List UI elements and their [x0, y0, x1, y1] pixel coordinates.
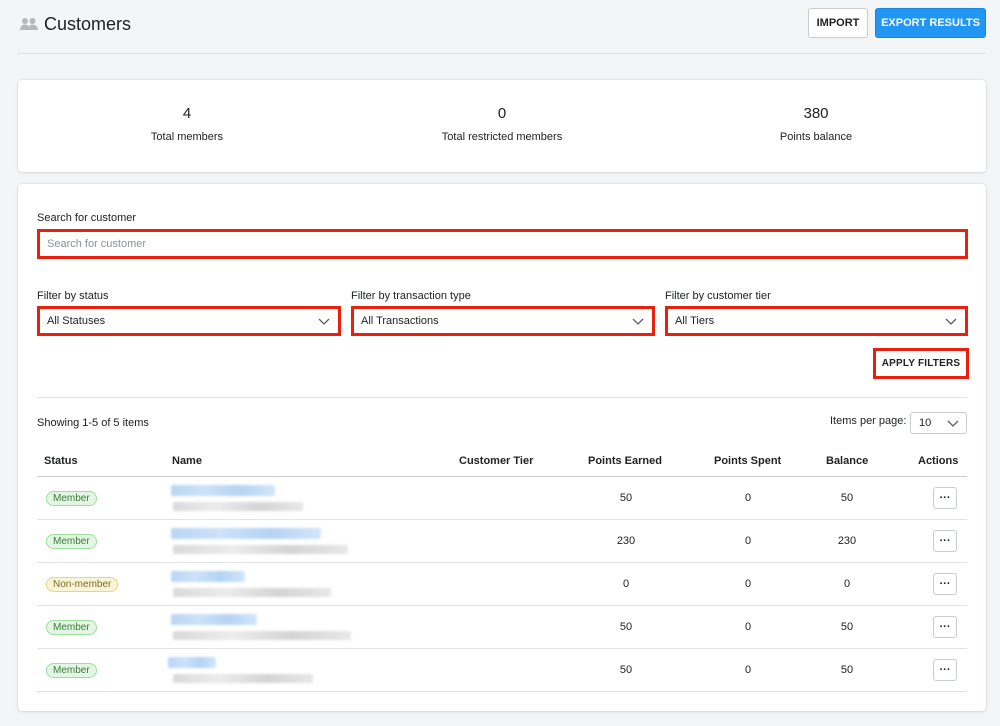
stat-value: 0	[497, 105, 507, 122]
apply-filters-button[interactable]: APPLY FILTERS	[873, 348, 969, 379]
customer-email-redacted	[173, 674, 313, 683]
import-button[interactable]: IMPORT	[808, 8, 868, 38]
points-spent-cell: 0	[744, 492, 752, 504]
customer-name-redacted[interactable]	[171, 485, 275, 496]
balance-cell: 0	[843, 578, 851, 590]
transaction-filter-select[interactable]: All Transactions	[351, 306, 655, 336]
column-header-customer-tier[interactable]: Customer Tier	[459, 455, 533, 467]
status-filter-label: Filter by status	[37, 290, 109, 302]
stat-label: Points balance	[779, 131, 853, 143]
tier-filter-label: Filter by customer tier	[665, 290, 771, 302]
customer-email-redacted	[173, 502, 303, 511]
points-earned-cell: 50	[619, 664, 633, 676]
column-header-status[interactable]: Status	[44, 455, 78, 467]
showing-count: Showing 1-5 of 5 items	[37, 417, 149, 429]
status-badge: Member	[46, 534, 97, 549]
column-header-actions: Actions	[918, 455, 959, 467]
table-row[interactable]: Member 50 0 50 ···	[37, 477, 967, 520]
points-spent-cell: 0	[744, 621, 752, 633]
table-row[interactable]: Member 50 0 50 ···	[37, 606, 967, 649]
more-actions-button[interactable]: ···	[933, 530, 957, 552]
points-spent-cell: 0	[744, 535, 752, 547]
table-row[interactable]: Member 50 0 50 ···	[37, 649, 967, 692]
balance-cell: 230	[837, 535, 857, 547]
customers-card: Search for customer Search for customer …	[18, 184, 986, 711]
points-earned-cell: 50	[619, 621, 633, 633]
points-earned-cell: 230	[616, 535, 636, 547]
status-filter-select[interactable]: All Statuses	[37, 306, 341, 336]
column-header-balance[interactable]: Balance	[826, 455, 868, 467]
transaction-filter-value: All Transactions	[361, 315, 439, 327]
customer-email-redacted	[173, 631, 351, 640]
search-label: Search for customer	[37, 212, 137, 224]
points-earned-cell: 50	[619, 492, 633, 504]
items-per-page-select[interactable]: 10	[910, 412, 967, 434]
search-input[interactable]: Search for customer	[37, 229, 968, 259]
balance-cell: 50	[840, 621, 854, 633]
customer-email-redacted	[173, 545, 348, 554]
status-badge: Member	[46, 620, 97, 635]
column-header-points-spent[interactable]: Points Spent	[714, 455, 781, 467]
stat-label: Total members	[150, 131, 224, 143]
stats-card: 4 Total members 0 Total restricted membe…	[18, 80, 986, 172]
status-badge: Non-member	[46, 577, 119, 592]
customers-table: Status Name Customer Tier Points Earned …	[37, 446, 967, 692]
items-per-page-value: 10	[919, 417, 932, 429]
more-actions-button[interactable]: ···	[933, 659, 957, 681]
table-row[interactable]: Non-member 0 0 0 ···	[37, 563, 967, 606]
table-header: Status Name Customer Tier Points Earned …	[37, 446, 967, 477]
tier-filter-value: All Tiers	[675, 315, 715, 327]
customer-email-redacted	[173, 588, 331, 597]
stat-value: 380	[803, 105, 829, 122]
customer-name-redacted[interactable]	[171, 571, 245, 582]
status-filter-value: All Statuses	[47, 315, 106, 327]
chevron-down-icon	[318, 318, 330, 325]
table-row[interactable]: Member 230 0 230 ···	[37, 520, 967, 563]
chevron-down-icon	[947, 420, 959, 427]
customer-name-redacted[interactable]	[168, 657, 216, 668]
more-actions-button[interactable]: ···	[933, 616, 957, 638]
tier-filter-select[interactable]: All Tiers	[665, 306, 968, 336]
status-badge: Member	[46, 663, 97, 678]
balance-cell: 50	[840, 664, 854, 676]
more-actions-button[interactable]: ···	[933, 487, 957, 509]
column-header-points-earned[interactable]: Points Earned	[588, 455, 662, 467]
page-header: Customers IMPORT EXPORT RESULTS	[18, 0, 986, 54]
chevron-down-icon	[945, 318, 957, 325]
divider	[37, 397, 967, 398]
points-spent-cell: 0	[744, 578, 752, 590]
people-icon	[20, 18, 38, 30]
balance-cell: 50	[840, 492, 854, 504]
points-spent-cell: 0	[744, 664, 752, 676]
chevron-down-icon	[632, 318, 644, 325]
column-header-name[interactable]: Name	[172, 455, 202, 467]
export-results-button[interactable]: EXPORT RESULTS	[875, 8, 986, 38]
stat-label: Total restricted members	[441, 131, 563, 143]
search-placeholder: Search for customer	[47, 238, 147, 250]
more-actions-button[interactable]: ···	[933, 573, 957, 595]
items-per-page-label: Items per page:	[830, 415, 907, 427]
stat-value: 4	[182, 105, 192, 122]
status-badge: Member	[46, 491, 97, 506]
customer-name-redacted[interactable]	[171, 614, 257, 625]
customer-name-redacted[interactable]	[171, 528, 321, 539]
points-earned-cell: 0	[622, 578, 630, 590]
page-title: Customers	[44, 14, 132, 34]
transaction-filter-label: Filter by transaction type	[351, 290, 471, 302]
